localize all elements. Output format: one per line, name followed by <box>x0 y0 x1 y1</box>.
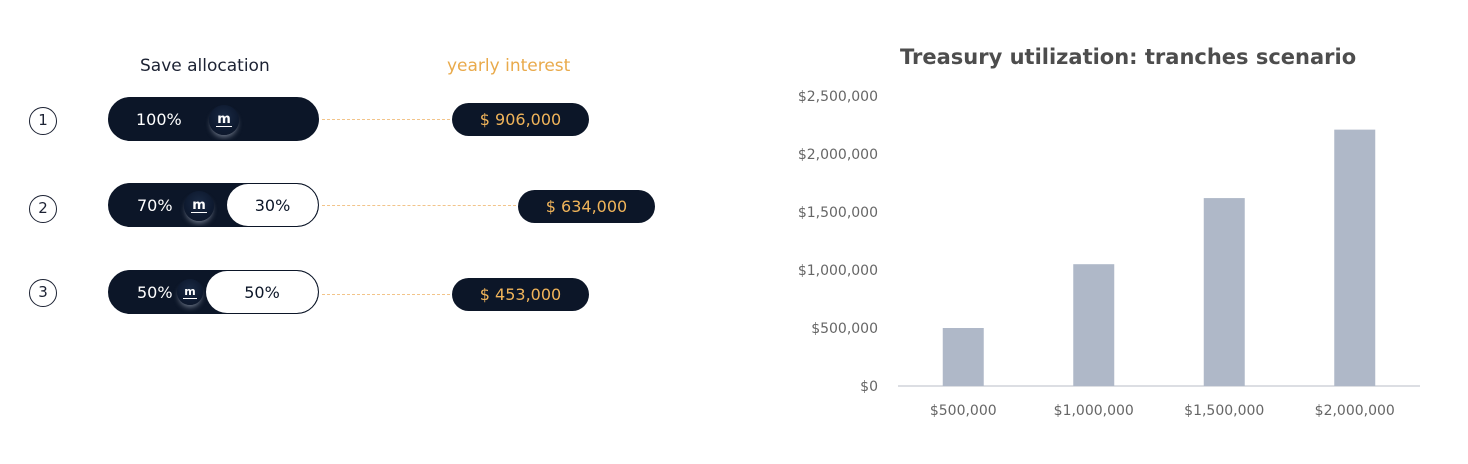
y-tick-label: $500,000 <box>811 321 878 337</box>
save-allocation-header: Save allocation <box>140 56 270 76</box>
treasury-chart: Treasury utilization: tranches scenario … <box>760 0 1460 464</box>
y-tick-label: $1,500,000 <box>798 205 878 221</box>
y-tick-label: $2,000,000 <box>798 147 878 163</box>
m-logo-icon: m <box>209 105 239 135</box>
dark-percentage: 100% <box>136 109 182 129</box>
allocation-pill: 70% m 30% <box>108 183 319 227</box>
m-logo-icon: m <box>184 191 214 221</box>
allocation-row-3: 3 50% m 50% $ 453,000 <box>0 270 700 316</box>
x-tick-label: $500,000 <box>930 403 997 419</box>
light-percentage: 50% <box>206 271 318 313</box>
y-tick-label: $0 <box>860 379 878 395</box>
bar <box>1334 129 1376 386</box>
dashed-connector <box>322 294 450 295</box>
y-tick-label: $1,000,000 <box>798 263 878 279</box>
row-number-badge: 3 <box>29 279 57 307</box>
interest-badge: $ 906,000 <box>452 103 589 136</box>
interest-badge: $ 453,000 <box>452 278 589 311</box>
dashed-connector <box>322 205 516 206</box>
light-percentage: 30% <box>227 184 318 226</box>
x-tick-label: $1,500,000 <box>1184 403 1264 419</box>
row-number-badge: 1 <box>29 107 57 135</box>
dark-percentage: 50% <box>137 282 173 302</box>
x-tick-label: $1,000,000 <box>1054 403 1134 419</box>
m-logo-icon: m <box>177 279 203 305</box>
row-number-badge: 2 <box>29 195 57 223</box>
bar <box>942 328 984 386</box>
allocation-row-1: 1 100% m $ 906,000 <box>0 97 700 143</box>
bar <box>1073 264 1115 386</box>
dashed-connector <box>322 119 450 120</box>
allocation-row-2: 2 70% m 30% $ 634,000 <box>0 183 700 229</box>
dark-percentage: 70% <box>137 195 173 215</box>
chart-plot: $0 $500,000 $1,000,000 $1,500,000 $2,000,000… <box>798 89 1420 419</box>
allocation-panel: Save allocation yearly interest 1 100% m… <box>0 0 700 464</box>
y-tick-label: $2,500,000 <box>798 89 878 105</box>
yearly-interest-header: yearly interest <box>447 56 571 76</box>
interest-badge: $ 634,000 <box>518 190 655 223</box>
x-tick-label: $2,000,000 <box>1315 403 1395 419</box>
bar <box>1203 198 1245 386</box>
allocation-pill: 50% m 50% <box>108 270 319 314</box>
allocation-pill: 100% m <box>108 97 319 141</box>
